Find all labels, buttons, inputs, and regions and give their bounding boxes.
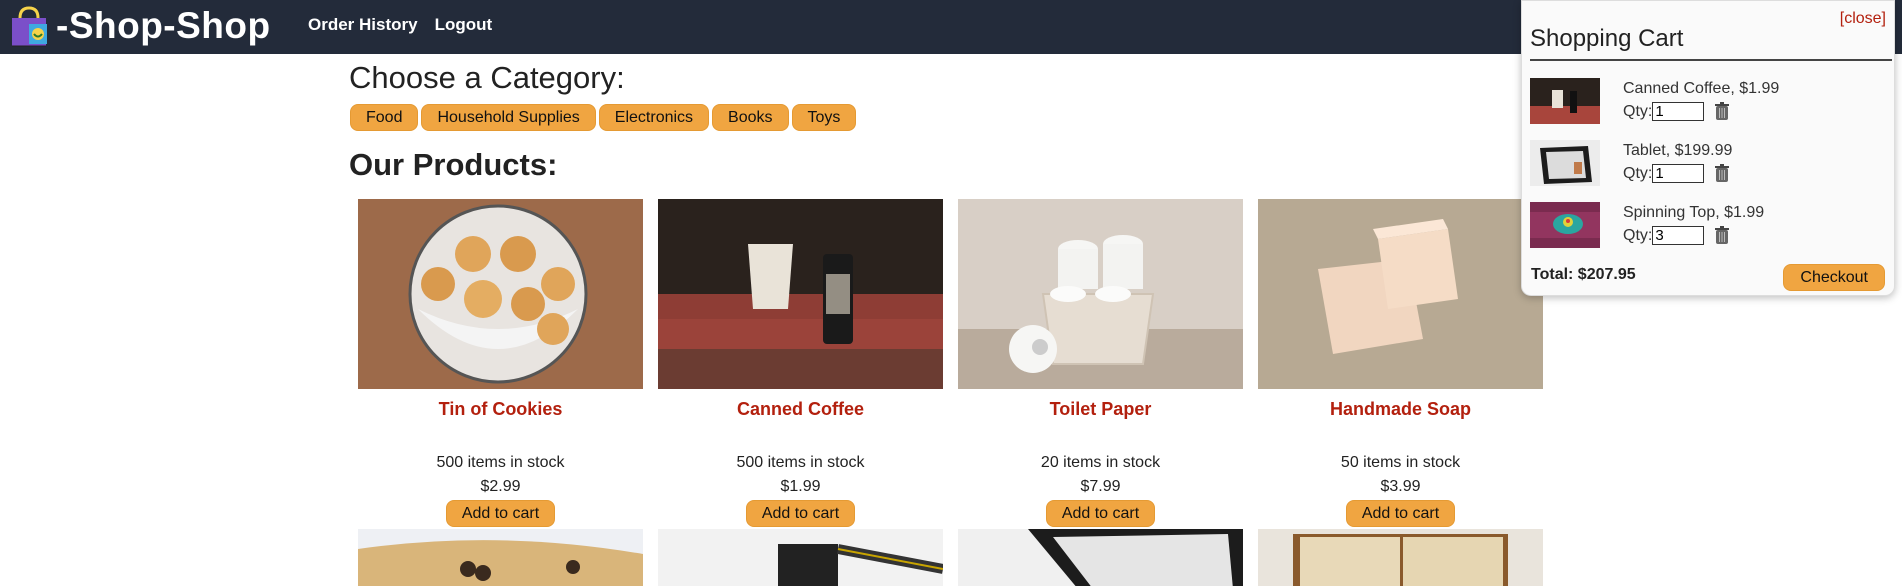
products-heading: Our Products: [349, 147, 558, 182]
product-name[interactable]: Toilet Paper [958, 399, 1243, 451]
category-button-household-supplies[interactable]: Household Supplies [421, 104, 596, 131]
product-price: $3.99 [1380, 478, 1421, 495]
product-stock: 500 items in stock [436, 454, 565, 471]
product-stock: 50 items in stock [1340, 454, 1461, 471]
product-card: Tin of Cookies 500 items in stock $2.99 … [358, 199, 643, 527]
qty-input[interactable] [1652, 226, 1705, 245]
product-image-toilet-paper[interactable] [958, 199, 1243, 389]
category-button-electronics[interactable]: Electronics [598, 104, 710, 131]
qty-input[interactable] [1652, 164, 1705, 183]
cart-divider [1530, 59, 1892, 61]
qty-label: Qty: [1623, 102, 1653, 120]
product-card: Canned Coffee 500 items in stock $1.99 A… [658, 199, 943, 527]
nav-order-history-link[interactable]: Order History [308, 15, 418, 35]
cart-item-qty: Qty: [1623, 164, 1730, 183]
product-grid-row-2 [358, 529, 1543, 586]
cart-close-link[interactable]: [close] [1840, 10, 1886, 28]
add-to-cart-button[interactable]: Add to cart [745, 500, 856, 527]
cart-item-label: Tablet, $199.99 [1623, 142, 1733, 159]
qty-input[interactable] [1652, 102, 1705, 121]
product-name[interactable]: Canned Coffee [658, 399, 943, 451]
category-button-food[interactable]: Food [350, 104, 419, 131]
cart-item: Canned Coffee, $1.99 Qty: [1530, 78, 1890, 128]
add-to-cart-button[interactable]: Add to cart [1045, 500, 1156, 527]
trash-icon[interactable] [1714, 226, 1730, 245]
cart-item: Tablet, $199.99 Qty: [1530, 140, 1890, 190]
qty-label: Qty: [1623, 226, 1653, 244]
cart-item-image-tablet [1530, 140, 1600, 186]
category-button-books[interactable]: Books [712, 104, 789, 131]
cart-total: Total: $207.95 [1531, 266, 1636, 283]
cart-item-image-spinning-top [1530, 202, 1600, 248]
product-image-book[interactable] [1258, 529, 1543, 586]
product-image-handmade-soap[interactable] [1258, 199, 1543, 389]
product-image-cookies[interactable] [358, 199, 643, 389]
shopping-cart-panel: [close] Shopping Cart Canned Coffee, $1.… [1521, 0, 1895, 296]
cart-item-label: Canned Coffee, $1.99 [1623, 80, 1780, 97]
product-image-tablet[interactable] [958, 529, 1243, 586]
cart-item: Spinning Top, $1.99 Qty: [1530, 202, 1890, 252]
main-nav: Order History Logout [308, 15, 492, 35]
shopping-bag-logo-icon[interactable] [9, 6, 51, 48]
cart-title: Shopping Cart [1530, 25, 1684, 52]
nav-logout-link[interactable]: Logout [435, 15, 493, 35]
product-image-spices[interactable] [358, 529, 643, 586]
add-to-cart-button[interactable]: Add to cart [1345, 500, 1456, 527]
product-name[interactable]: Handmade Soap [1258, 399, 1543, 451]
product-image-canned-coffee[interactable] [658, 199, 943, 389]
category-button-toys[interactable]: Toys [791, 104, 857, 131]
product-card: Handmade Soap 50 items in stock $3.99 Ad… [1258, 199, 1543, 527]
product-price: $7.99 [1080, 478, 1121, 495]
qty-label: Qty: [1623, 164, 1653, 182]
trash-icon[interactable] [1714, 164, 1730, 183]
product-image-camera[interactable] [658, 529, 943, 586]
cart-item-qty: Qty: [1623, 226, 1730, 245]
product-name[interactable]: Tin of Cookies [358, 399, 643, 451]
cart-item-image-canned-coffee [1530, 78, 1600, 124]
product-stock: 500 items in stock [736, 454, 865, 471]
cart-item-qty: Qty: [1623, 102, 1730, 121]
product-price: $1.99 [780, 478, 821, 495]
brand-title[interactable]: -Shop-Shop [56, 4, 271, 48]
trash-icon[interactable] [1714, 102, 1730, 121]
product-price: $2.99 [480, 478, 521, 495]
product-grid: Tin of Cookies 500 items in stock $2.99 … [358, 199, 1543, 527]
product-stock: 20 items in stock [1040, 454, 1161, 471]
product-card: Toilet Paper 20 items in stock $7.99 Add… [958, 199, 1243, 527]
category-heading: Choose a Category: [349, 60, 625, 95]
add-to-cart-button[interactable]: Add to cart [445, 500, 556, 527]
category-list: Food Household Supplies Electronics Book… [350, 104, 857, 131]
checkout-button[interactable]: Checkout [1783, 264, 1885, 291]
cart-item-label: Spinning Top, $1.99 [1623, 204, 1765, 221]
